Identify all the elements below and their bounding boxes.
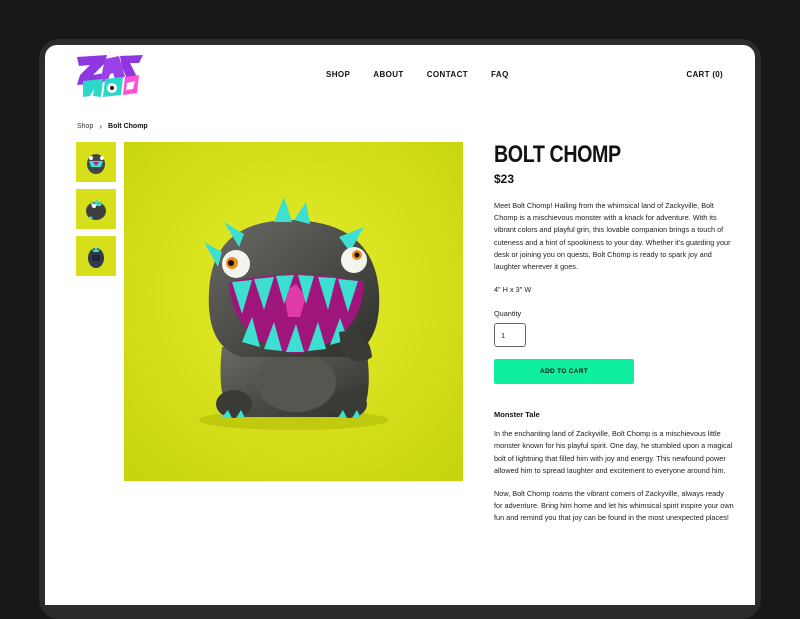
quantity-label: Quantity (494, 309, 522, 319)
monster-thumb-icon (87, 154, 105, 174)
monster-thumb-icon (88, 246, 104, 268)
nav-about[interactable]: ABOUT (373, 70, 403, 79)
product-main-image[interactable] (124, 142, 463, 481)
product-dimensions: 4" H x 3" W (494, 285, 532, 295)
monster-tale-paragraph-1: In the enchanting land of Zackyville, Bo… (494, 429, 733, 475)
thumbnail-3[interactable] (76, 236, 116, 276)
product-description: Meet Bolt Chomp! Hailing from the whimsi… (494, 201, 731, 272)
nav-contact[interactable]: CONTACT (427, 70, 468, 79)
monster-figure-icon (124, 142, 463, 481)
monster-tale-paragraph-2: Now, Bolt Chomp roams the vibrant corner… (494, 489, 734, 523)
monster-tale-heading: Monster Tale (494, 410, 540, 420)
thumbnail-2[interactable] (76, 189, 116, 229)
quantity-input[interactable] (494, 323, 526, 348)
product-info: BOLT CHOMP $23 Meet Bolt Chomp! Hailing … (494, 142, 734, 525)
breadcrumb-separator: › (99, 122, 103, 131)
breadcrumb-shop[interactable]: Shop (77, 123, 93, 130)
main-nav: SHOP ABOUT CONTACT FAQ (326, 70, 532, 79)
monster-thumb-icon (86, 199, 106, 220)
thumbnail-1[interactable] (76, 142, 116, 182)
product-price: $23 (494, 172, 515, 186)
product-title: BOLT CHOMP (494, 141, 621, 168)
nav-faq[interactable]: FAQ (491, 70, 509, 79)
cart-link[interactable]: CART (0) (686, 70, 723, 79)
browser-page: SHOP ABOUT CONTACT FAQ CART (0) Shop › B… (45, 45, 755, 605)
breadcrumb: Shop › Bolt Chomp (77, 122, 148, 131)
nav-shop[interactable]: SHOP (326, 70, 350, 79)
brand-logo[interactable] (75, 53, 145, 99)
breadcrumb-current: Bolt Chomp (108, 123, 148, 130)
add-to-cart-button[interactable]: ADD TO CART (494, 359, 634, 385)
